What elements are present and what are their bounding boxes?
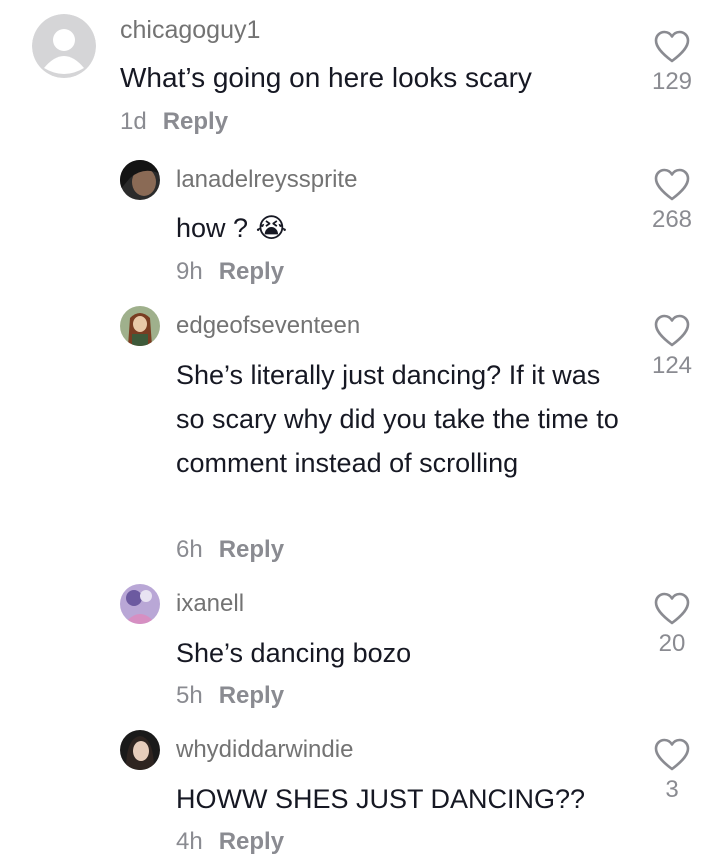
heart-icon[interactable] xyxy=(654,30,690,64)
heart-icon[interactable] xyxy=(654,738,690,772)
comment-time: 5h xyxy=(176,682,203,709)
reply-button[interactable]: Reply xyxy=(219,828,284,856)
like-count: 268 xyxy=(651,206,693,233)
user-photo-icon xyxy=(120,584,160,624)
like-control: 20 xyxy=(642,592,702,658)
default-avatar-icon xyxy=(32,14,96,78)
avatar[interactable] xyxy=(120,584,160,624)
comment-time: 1d xyxy=(120,108,147,135)
comment-meta: 5h Reply xyxy=(176,682,284,710)
comment-username[interactable]: lanadelreyssprite xyxy=(176,166,357,194)
like-count: 129 xyxy=(651,68,693,95)
avatar[interactable] xyxy=(120,730,160,770)
user-photo-icon xyxy=(120,730,160,770)
comment-text-row: how ? 😭 xyxy=(176,206,626,250)
user-photo-icon xyxy=(120,160,160,200)
like-count: 3 xyxy=(665,776,679,803)
comment-meta: 6h Reply xyxy=(176,536,284,564)
reply-button[interactable]: Reply xyxy=(219,258,284,286)
avatar[interactable] xyxy=(32,14,96,78)
avatar[interactable] xyxy=(120,306,160,346)
comment-meta: 4h Reply xyxy=(176,828,284,856)
like-control: 3 xyxy=(642,738,702,804)
like-count: 20 xyxy=(658,630,686,657)
heart-icon[interactable] xyxy=(654,592,690,626)
comment-username[interactable]: whydiddarwindie xyxy=(176,736,353,764)
reply-button[interactable]: Reply xyxy=(219,536,284,564)
heart-icon[interactable] xyxy=(654,168,690,202)
like-control: 129 xyxy=(642,30,702,96)
reply-button[interactable]: Reply xyxy=(219,682,284,710)
comment-username[interactable]: ixanell xyxy=(176,590,244,618)
comment-time: 9h xyxy=(176,258,203,285)
like-control: 268 xyxy=(642,168,702,234)
comment-meta: 9h Reply xyxy=(176,258,284,286)
like-count: 124 xyxy=(651,352,693,379)
comment-meta: 1d Reply xyxy=(120,108,228,136)
comment-text: how ? xyxy=(176,213,249,243)
crying-emoji: 😭 xyxy=(255,213,288,243)
comment-text: HOWW SHES JUST DANCING?? xyxy=(176,784,586,814)
comment-username[interactable]: edgeofseventeen xyxy=(176,312,360,340)
comment-text: She’s dancing bozo xyxy=(176,638,412,668)
comment-text: What’s going on here looks scary xyxy=(120,62,532,93)
comment-time: 4h xyxy=(176,828,203,855)
comment-username[interactable]: chicagoguy1 xyxy=(120,16,260,45)
comment-time: 6h xyxy=(176,536,203,563)
user-photo-icon xyxy=(120,306,160,346)
like-control: 124 xyxy=(642,314,702,380)
heart-icon[interactable] xyxy=(654,314,690,348)
comment-text: She’s literally just dancing? If it was … xyxy=(176,360,619,478)
avatar[interactable] xyxy=(120,160,160,200)
reply-button[interactable]: Reply xyxy=(163,108,228,136)
